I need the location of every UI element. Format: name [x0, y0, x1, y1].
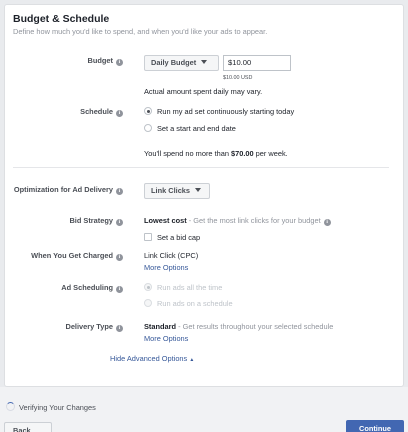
info-icon[interactable]: i [116, 219, 123, 226]
info-icon[interactable]: i [116, 254, 123, 261]
radio-selected-icon[interactable] [144, 107, 152, 115]
delivery-type-name: Standard [144, 322, 177, 331]
charged-label-text: When You Get Charged [31, 251, 113, 260]
set-bid-cap-checkbox[interactable]: Set a bid cap [144, 233, 200, 242]
schedule-option-label: Run my ad set continuously starting toda… [157, 107, 295, 116]
optimization-label: Optimization for Ad Delivery i [5, 185, 123, 195]
bid-strategy-description: - Get the most link clicks for your budg… [186, 216, 321, 225]
schedule-option-label: Set a start and end date [157, 124, 236, 133]
budget-note: Actual amount spent daily may vary. [144, 87, 263, 96]
ad-scheduling-label: Ad Scheduling i [5, 283, 123, 293]
schedule-label-text: Schedule [80, 107, 113, 116]
section-title: Budget & Schedule [13, 13, 110, 25]
delivery-type-label: Delivery Type i [5, 322, 123, 332]
bid-strategy-label: Bid Strategy i [5, 216, 123, 226]
divider [13, 167, 389, 168]
weekly-spend-summary: You'll spend no more than $70.00 per wee… [144, 149, 288, 158]
caret-up-icon: ▲ [189, 357, 195, 363]
delivery-type-value: Standard - Get results throughout your s… [144, 322, 333, 331]
ad-scheduling-option-label: Run ads all the time [157, 283, 223, 292]
chevron-down-icon [195, 188, 202, 192]
budget-amount-input[interactable]: $10.00 [223, 55, 291, 71]
optimization-label-text: Optimization for Ad Delivery [13, 185, 113, 194]
loading-spinner-icon [6, 402, 15, 411]
radio-selected-icon[interactable] [144, 283, 152, 291]
schedule-option-start-end[interactable]: Set a start and end date [144, 124, 236, 133]
charged-more-options-link[interactable]: More Options [144, 263, 188, 272]
delivery-more-options-link[interactable]: More Options [144, 334, 188, 343]
info-icon[interactable]: i [116, 59, 123, 66]
info-icon[interactable]: i [116, 325, 123, 332]
back-button[interactable]: Back [4, 422, 52, 432]
radio-icon[interactable] [144, 299, 152, 307]
budget-label: Budget i [5, 56, 123, 66]
budget-type-value: Daily Budget [151, 58, 197, 67]
checkbox-label: Set a bid cap [157, 233, 201, 242]
delivery-type-description: - Get results throughout your selected s… [176, 322, 334, 331]
radio-icon[interactable] [144, 124, 152, 132]
charged-label: When You Get Charged i [5, 251, 123, 261]
ad-scheduling-label-text: Ad Scheduling [61, 283, 113, 292]
info-icon[interactable]: i [116, 110, 123, 117]
schedule-label: Schedule i [5, 107, 123, 117]
optimization-value: Link Clicks [151, 186, 191, 195]
continue-button[interactable]: Continue [346, 420, 404, 432]
bid-strategy-value: Lowest cost - Get the most link clicks f… [144, 216, 331, 226]
bid-strategy-name: Lowest cost [144, 216, 187, 225]
info-icon[interactable]: i [116, 188, 123, 195]
section-subtitle: Define how much you'd like to spend, and… [13, 27, 268, 36]
info-icon[interactable]: i [116, 286, 123, 293]
chevron-down-icon [201, 60, 208, 64]
info-icon[interactable]: i [323, 219, 331, 226]
ad-scheduling-option-schedule[interactable]: Run ads on a schedule [144, 299, 233, 308]
budget-amount-hint: $10.00 USD [223, 75, 253, 81]
checkbox-icon[interactable] [144, 233, 152, 241]
budget-schedule-card: Budget & Schedule Define how much you'd … [4, 4, 404, 387]
ad-scheduling-option-label: Run ads on a schedule [157, 299, 233, 308]
summary-amount: $70.00 [231, 149, 254, 158]
hide-advanced-options-link[interactable]: Hide Advanced Options ▲ [110, 354, 194, 363]
hide-advanced-label: Hide Advanced Options [110, 354, 188, 363]
charged-value: Link Click (CPC) [144, 251, 199, 260]
optimization-dropdown[interactable]: Link Clicks [144, 183, 210, 199]
verifying-status: Verifying Your Changes [19, 403, 96, 412]
summary-prefix: You'll spend no more than [144, 149, 232, 158]
summary-suffix: per week. [253, 149, 288, 158]
budget-type-dropdown[interactable]: Daily Budget [144, 55, 219, 71]
delivery-type-label-text: Delivery Type [65, 322, 113, 331]
bid-strategy-label-text: Bid Strategy [69, 216, 113, 225]
ad-scheduling-option-all-time[interactable]: Run ads all the time [144, 283, 222, 292]
schedule-option-continuous[interactable]: Run my ad set continuously starting toda… [144, 107, 294, 116]
budget-label-text: Budget [87, 56, 113, 65]
